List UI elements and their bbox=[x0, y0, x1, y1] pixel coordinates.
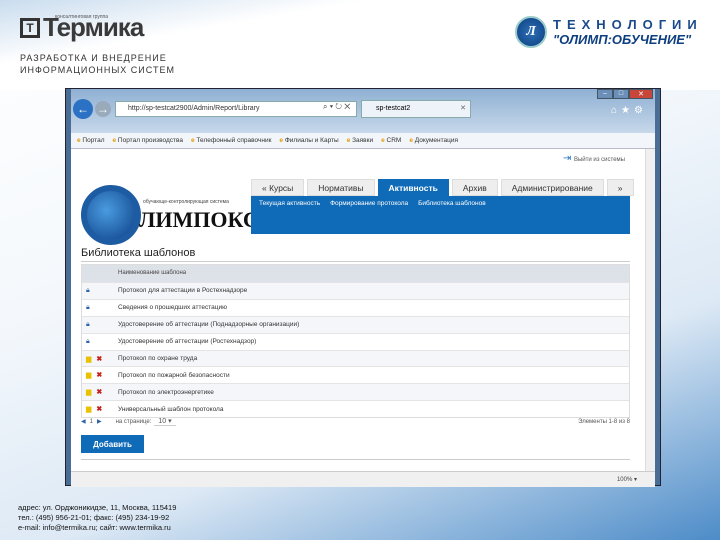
contact-info: адрес: ул. Орджоникидзе, 11, Москва, 115… bbox=[18, 503, 177, 532]
template-name[interactable]: Протокол для аттестации в Ростехнадзоре bbox=[118, 287, 247, 294]
template-name[interactable]: Удостоверение об аттестации (Поднадзорны… bbox=[118, 321, 299, 328]
delete-icon[interactable]: ✖ bbox=[96, 388, 102, 396]
logo-sub: обучающе-контролирующая система bbox=[143, 199, 229, 205]
favorite-link[interactable]: Документация bbox=[409, 137, 458, 144]
page-title: Библиотека шаблонов bbox=[81, 247, 196, 259]
table-row: ▆ ✖ Протокол по электроэнергетике bbox=[82, 383, 629, 401]
favorite-link[interactable]: Телефонный справочник bbox=[191, 137, 271, 144]
logout-link[interactable]: Выйти из системы bbox=[563, 153, 625, 164]
subnav-link[interactable]: Текущая активность bbox=[259, 200, 320, 230]
tagline: РАЗРАБОТКА И ВНЕДРЕНИЕ ИНФОРМАЦИОННЫХ СИС… bbox=[20, 53, 175, 75]
table-row: 🔒︎ Удостоверение об аттестации (Ростехнад… bbox=[82, 332, 629, 350]
template-name[interactable]: Протокол по электроэнергетике bbox=[118, 389, 214, 396]
template-name[interactable]: Протокол по пожарной безопасности bbox=[118, 372, 230, 379]
main-tabs: « Курсы Нормативы Активность Архив Администр… bbox=[251, 179, 634, 196]
per-page-label: на странице: bbox=[115, 418, 152, 425]
tab-item[interactable]: Нормативы bbox=[307, 179, 375, 196]
template-name[interactable]: Протокол по охране труда bbox=[118, 355, 197, 362]
logo-text: ЛИМПОКС bbox=[139, 207, 259, 232]
tab-item[interactable]: Администрирование bbox=[500, 179, 604, 196]
favorite-link[interactable]: Филиалы и Карты bbox=[279, 137, 339, 144]
divider bbox=[81, 459, 630, 460]
favorite-link[interactable]: Заявки bbox=[347, 137, 373, 144]
pager: ◀ 1 ▶ на странице: 10 ▾ Элементы 1-8 из … bbox=[81, 417, 630, 426]
tab-item[interactable]: Активность bbox=[377, 179, 449, 196]
table-row: 🔒︎ Протокол для аттестации в Ростехнадзор… bbox=[82, 282, 629, 299]
page-number[interactable]: 1 bbox=[90, 419, 93, 425]
zoom-level[interactable]: 100% bbox=[617, 477, 632, 483]
table-row: ▆ ✖ Универсальный шаблон протокола bbox=[82, 400, 629, 417]
page-content: Выйти из системы обучающе-контролирующая… bbox=[71, 149, 655, 471]
template-name[interactable]: Универсальный шаблон протокола bbox=[118, 406, 223, 413]
subnav-link[interactable]: Формирование протокола bbox=[330, 200, 408, 230]
forward-button[interactable]: → bbox=[95, 101, 111, 117]
next-page-icon[interactable]: ▶ bbox=[97, 418, 102, 425]
favorite-link[interactable]: Портал производства bbox=[113, 137, 183, 144]
table-row: 🔒︎ Сведения о прошедших аттестацию bbox=[82, 298, 629, 316]
prev-page-icon[interactable]: ◀ bbox=[81, 418, 86, 425]
company-sub: консалтинговая группа bbox=[55, 14, 109, 20]
templates-table: Наименование шаблона 🔒︎ Протокол для атте… bbox=[81, 264, 630, 419]
back-button[interactable]: ← bbox=[73, 99, 93, 119]
maximize-button[interactable]: □ bbox=[613, 89, 629, 99]
table-row: ▆ ✖ Протокол по охране труда bbox=[82, 349, 629, 367]
address-actions[interactable]: ⌕ ▾ ↻ ✕ bbox=[323, 102, 350, 112]
favorites-bar: Портал Портал производства Телефонный спра… bbox=[71, 133, 655, 149]
lock-icon: 🔒︎ bbox=[86, 337, 90, 345]
delete-icon[interactable]: ✖ bbox=[96, 355, 102, 363]
browser-window: ← → http://sp-testcat2900/Admin/Report/L… bbox=[65, 88, 661, 487]
delete-icon[interactable]: ✖ bbox=[96, 405, 102, 413]
close-button[interactable]: ✕ bbox=[629, 89, 653, 99]
limpoks-logo-icon bbox=[81, 185, 141, 245]
status-bar: 100% ▾ bbox=[71, 471, 655, 487]
edit-icon[interactable]: ▆ bbox=[86, 405, 91, 413]
template-name[interactable]: Удостоверение об аттестации (Ростехнадзо… bbox=[118, 338, 256, 345]
subnav-link[interactable]: Библиотека шаблонов bbox=[418, 200, 486, 230]
sub-nav: Текущая активность Формирование протокола… bbox=[251, 196, 630, 234]
edit-icon[interactable]: ▆ bbox=[86, 355, 91, 363]
per-page-select[interactable]: 10 ▾ bbox=[154, 417, 176, 426]
item-count: Элементы 1-8 из 8 bbox=[578, 418, 630, 425]
lock-icon: 🔒︎ bbox=[86, 320, 90, 328]
lock-icon: 🔒︎ bbox=[86, 303, 90, 311]
add-button[interactable]: Добавить bbox=[81, 435, 144, 453]
tab-item[interactable]: « Курсы bbox=[251, 179, 305, 196]
favorite-link[interactable]: CRM bbox=[381, 137, 402, 144]
edit-icon[interactable]: ▆ bbox=[86, 388, 91, 396]
browser-tab[interactable]: sp-testcat2 ✕ bbox=[361, 100, 471, 118]
column-header[interactable]: Наименование шаблона bbox=[82, 265, 629, 282]
tab-item[interactable]: Архив bbox=[451, 179, 498, 196]
table-row: ▆ ✖ Протокол по пожарной безопасности bbox=[82, 366, 629, 383]
close-tab-icon[interactable]: ✕ bbox=[460, 101, 466, 117]
table-row: 🔒︎ Удостоверение об аттестации (Поднадзор… bbox=[82, 315, 629, 333]
edit-icon[interactable]: ▆ bbox=[86, 371, 91, 379]
toolbar-icons[interactable]: ⌂★⚙ bbox=[611, 105, 647, 116]
divider bbox=[81, 261, 630, 262]
favorite-link[interactable]: Портал bbox=[77, 137, 104, 144]
address-bar[interactable]: http://sp-testcat2900/Admin/Report/Libra… bbox=[115, 101, 357, 117]
tab-item[interactable]: » bbox=[606, 179, 634, 196]
scrollbar[interactable] bbox=[645, 149, 655, 471]
minimize-button[interactable]: – bbox=[597, 89, 613, 99]
lock-icon: 🔒︎ bbox=[86, 286, 90, 294]
delete-icon[interactable]: ✖ bbox=[96, 371, 102, 379]
template-name[interactable]: Сведения о прошедших аттестацию bbox=[118, 304, 227, 311]
olymp-logo: Л ТЕХНОЛОГИИ "ОЛИМП:ОБУЧЕНИЕ" bbox=[515, 16, 703, 48]
